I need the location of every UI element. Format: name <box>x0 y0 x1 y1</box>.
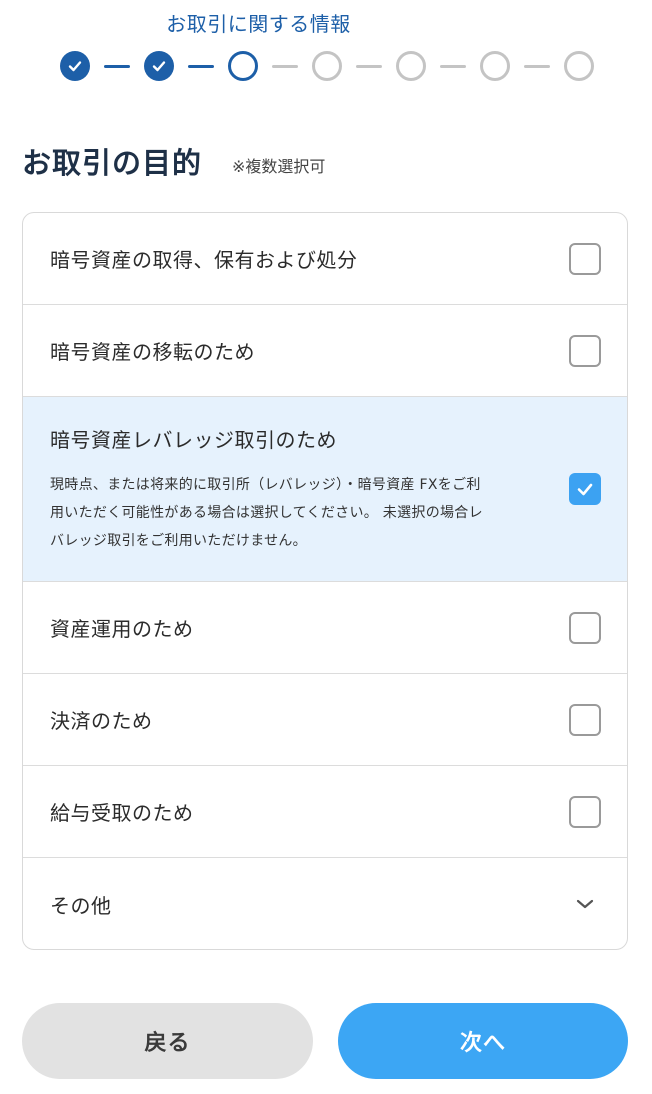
step-1-done <box>60 51 90 81</box>
purpose-options-list: 暗号資産の取得、保有および処分 暗号資産の移転のため 暗号資産レバレッジ取引のた… <box>22 212 628 950</box>
option-payment[interactable]: 決済のため <box>23 674 627 766</box>
multi-select-note: ※複数選択可 <box>232 157 326 176</box>
checkbox[interactable] <box>569 611 601 644</box>
option-label: 暗号資産レバレッジ取引のため <box>50 427 337 452</box>
progress-stepper <box>60 50 594 82</box>
option-leverage-trading[interactable]: 暗号資産レバレッジ取引のため 現時点、または将来的に取引所（レバレッジ）・暗号資… <box>23 397 627 582</box>
step-6 <box>480 51 510 81</box>
option-label: 資産運用のため <box>50 617 194 641</box>
description-line: バレッジ取引をご利用いただけません。 <box>50 532 307 549</box>
stepper-title: お取引に関する情報 <box>166 12 351 36</box>
page: お取引に関する情報 お取引の目的 ※複数選択可 暗号資産の取得、保有および処分 … <box>0 0 652 1094</box>
checkbox[interactable] <box>569 795 601 828</box>
step-connector <box>524 64 550 68</box>
step-connector <box>440 64 466 68</box>
next-button[interactable]: 次へ <box>338 1003 628 1079</box>
option-transfer[interactable]: 暗号資産の移転のため <box>23 305 627 397</box>
option-asset-management[interactable]: 資産運用のため <box>23 582 627 674</box>
option-label: 給与受取のため <box>50 801 194 825</box>
option-label: 決済のため <box>50 709 153 733</box>
checkbox[interactable] <box>569 242 601 275</box>
option-other[interactable]: その他 <box>23 858 627 949</box>
step-4 <box>312 51 342 81</box>
checkbox-checked[interactable] <box>569 473 601 505</box>
option-acquire-hold-dispose[interactable]: 暗号資産の取得、保有および処分 <box>23 213 627 305</box>
description-line: 用いただく可能性がある場合は選択してください。 未選択の場合レ <box>50 504 483 521</box>
section-title: お取引の目的 <box>22 146 203 180</box>
option-text-block: 暗号資産レバレッジ取引のため 現時点、または将来的に取引所（レバレッジ）・暗号資… <box>50 424 573 555</box>
checkbox[interactable] <box>569 334 601 367</box>
step-2-done <box>144 51 174 81</box>
check-icon <box>68 61 82 72</box>
option-label: 暗号資産の取得、保有および処分 <box>50 248 358 272</box>
option-description: 現時点、または将来的に取引所（レバレッジ）・暗号資産 FXをご利 用いただく可能… <box>50 471 483 555</box>
back-button[interactable]: 戻る <box>22 1003 313 1079</box>
check-icon <box>577 483 593 496</box>
step-7 <box>564 51 594 81</box>
chevron-down-icon[interactable] <box>573 896 597 912</box>
check-icon <box>152 61 166 72</box>
step-connector <box>104 64 130 68</box>
step-connector <box>188 64 214 68</box>
option-label: 暗号資産の移転のため <box>50 340 255 364</box>
checkbox[interactable] <box>569 703 601 736</box>
description-line: 現時点、または将来的に取引所（レバレッジ）・暗号資産 FXをご利 <box>50 476 481 493</box>
option-salary-receipt[interactable]: 給与受取のため <box>23 766 627 858</box>
step-connector <box>272 64 298 68</box>
option-label: その他 <box>50 893 112 918</box>
step-connector <box>356 64 382 68</box>
step-3-current <box>228 51 258 81</box>
step-5 <box>396 51 426 81</box>
